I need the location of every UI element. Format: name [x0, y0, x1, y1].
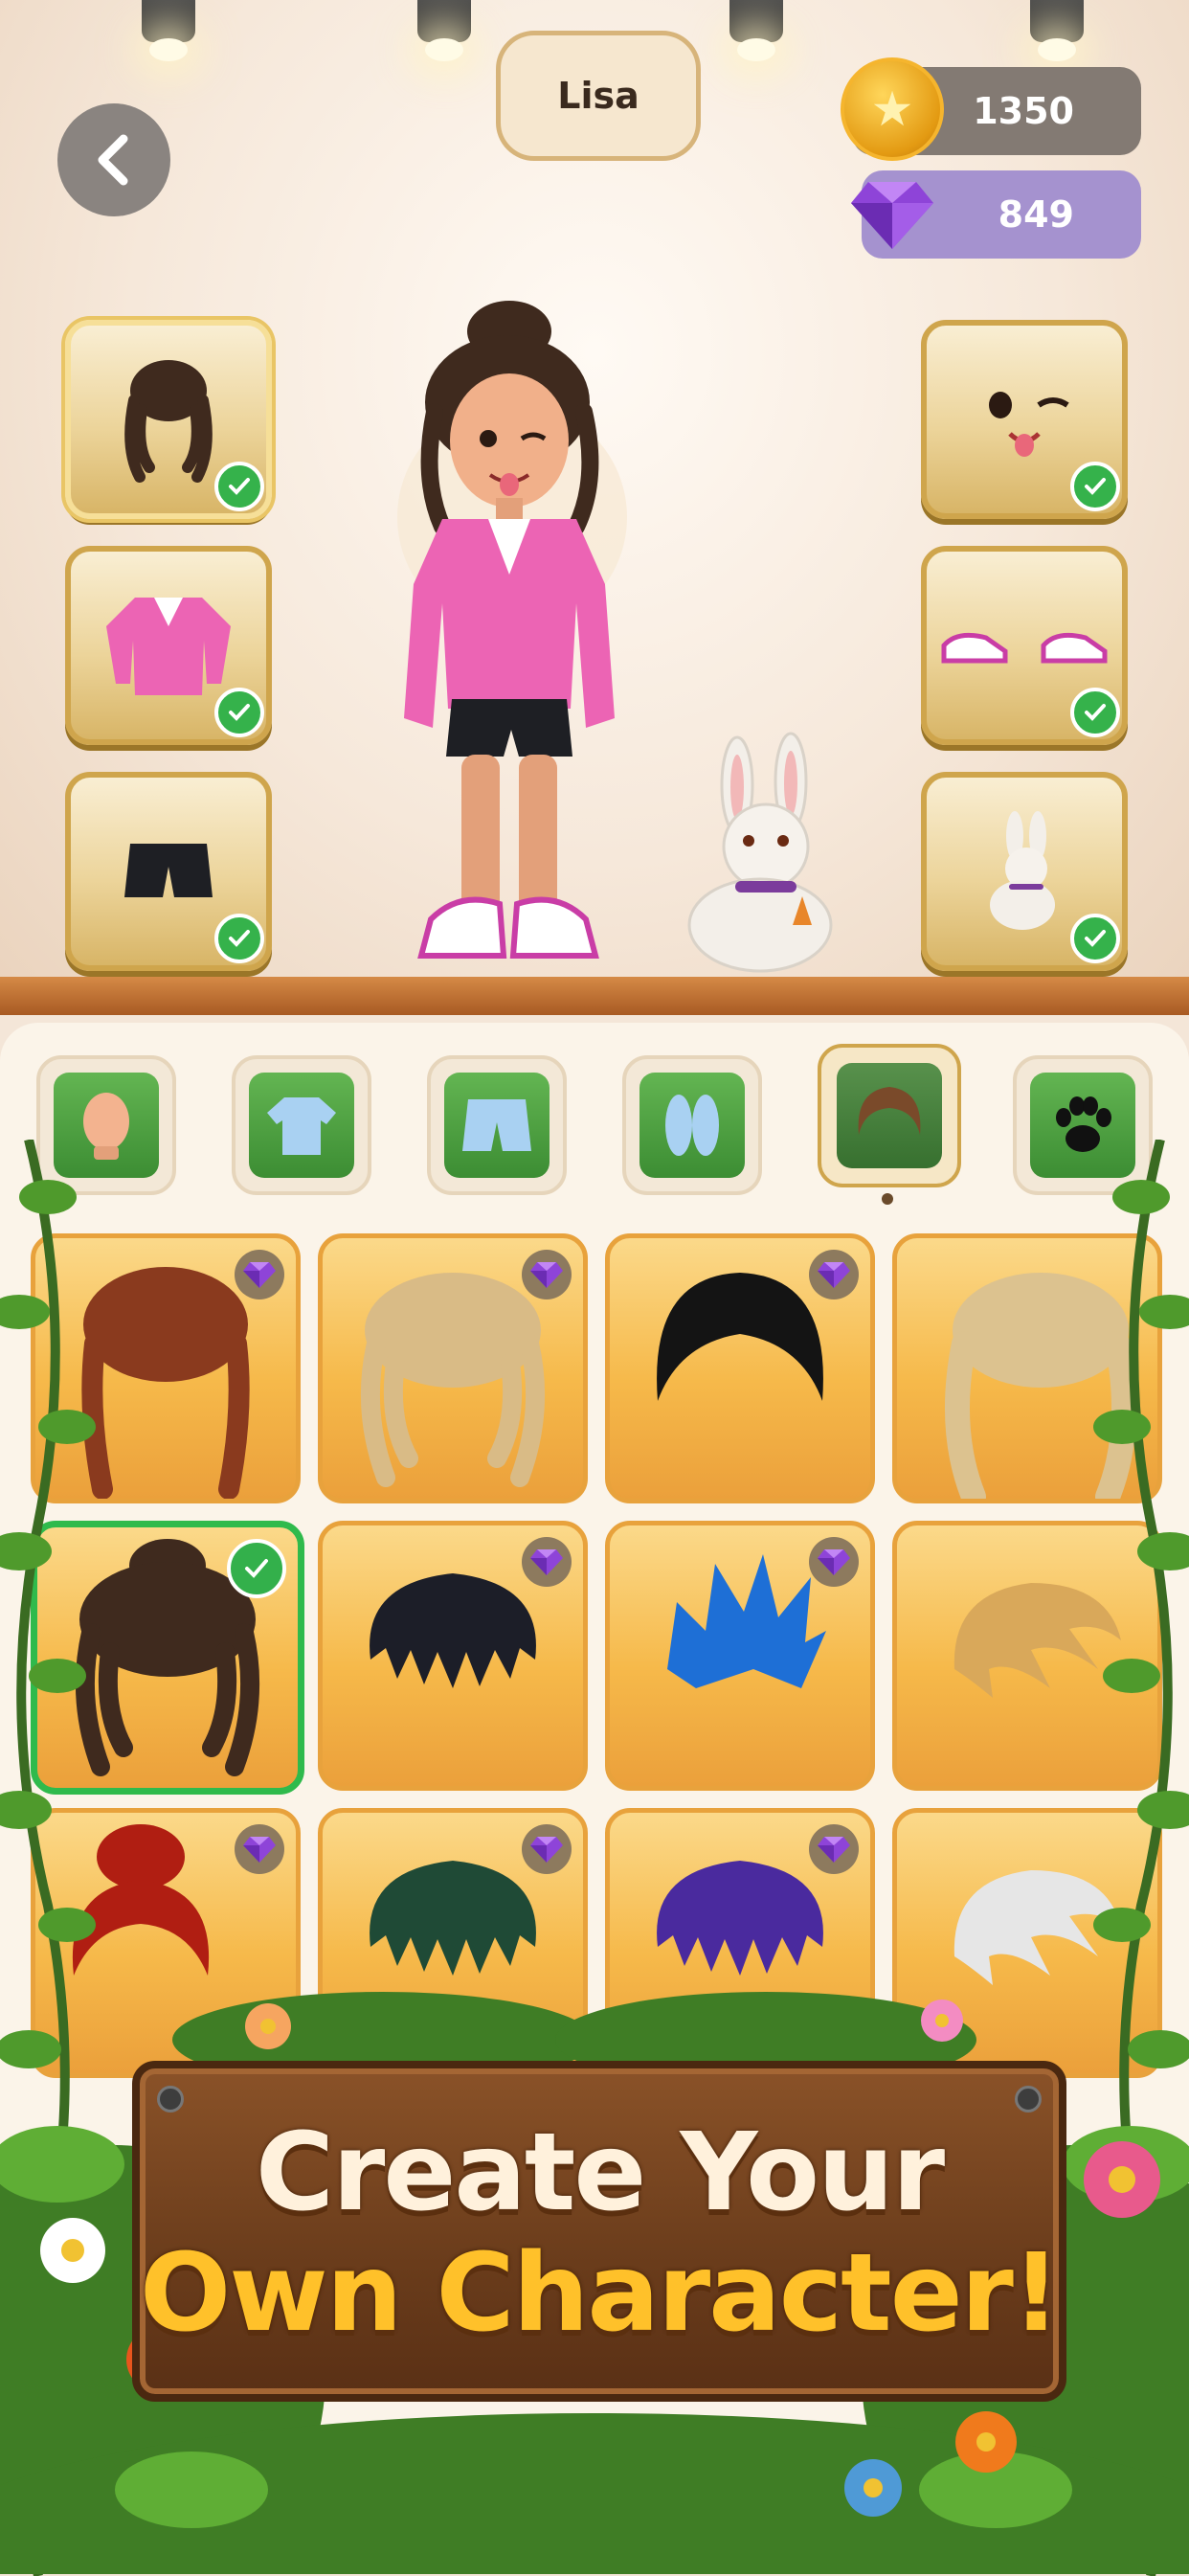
- floor-trim: [0, 977, 1189, 1015]
- gem-icon: [844, 165, 940, 260]
- slot-top[interactable]: [65, 546, 272, 745]
- tab-hair[interactable]: [818, 1044, 961, 1187]
- coin-icon: ★: [841, 57, 944, 161]
- bolt-icon: [1015, 2086, 1042, 2113]
- hair-item[interactable]: [605, 1521, 875, 1791]
- slot-face[interactable]: [921, 320, 1128, 519]
- tab-shoes[interactable]: [622, 1055, 762, 1195]
- spotlight-icon: [716, 0, 796, 61]
- check-icon: [1070, 462, 1120, 511]
- gem-icon: [809, 1250, 859, 1299]
- gem-icon: [522, 1824, 572, 1874]
- gem-counter[interactable]: 849: [851, 170, 1141, 259]
- promo-banner: Create Your Own Character!: [132, 2061, 1066, 2402]
- spotlight-icon: [128, 0, 209, 61]
- slot-hair[interactable]: [65, 320, 272, 519]
- back-button[interactable]: [57, 103, 170, 216]
- flower-icon: [1084, 2141, 1160, 2218]
- check-icon: [214, 688, 264, 737]
- gem-icon: [522, 1537, 572, 1587]
- spotlight-icon: [404, 0, 484, 61]
- bolt-icon: [157, 2086, 184, 2113]
- gem-amount: 849: [998, 193, 1074, 236]
- spotlight-icon: [1017, 0, 1097, 61]
- slot-shoes[interactable]: [921, 546, 1128, 745]
- gem-icon: [809, 1537, 859, 1587]
- hair-item[interactable]: [318, 1233, 588, 1503]
- flower-icon: [844, 2459, 902, 2517]
- gem-icon: [809, 1824, 859, 1874]
- shorts-icon: [462, 1099, 531, 1151]
- coin-counter[interactable]: ★ 1350: [841, 57, 1141, 161]
- tab-bottoms[interactable]: [427, 1055, 567, 1195]
- hair-icon: [858, 1087, 921, 1135]
- character-name[interactable]: Lisa: [496, 31, 701, 161]
- shirt-icon: [267, 1097, 336, 1155]
- flower-icon: [955, 2411, 1017, 2473]
- check-icon: [214, 914, 264, 963]
- slot-shorts[interactable]: [65, 772, 272, 971]
- active-tab-indicator: [882, 1193, 893, 1205]
- pet-bunny[interactable]: [678, 728, 850, 973]
- hair-item[interactable]: [605, 1233, 875, 1503]
- check-icon: [1070, 914, 1120, 963]
- banner-title-line1: Create Your: [255, 2111, 945, 2235]
- coin-amount: 1350: [973, 90, 1074, 132]
- character-preview[interactable]: [354, 297, 670, 977]
- tab-tops[interactable]: [232, 1055, 371, 1195]
- banner-title-line2: Own Character!: [140, 2231, 1061, 2356]
- flower-icon: [245, 2003, 291, 2049]
- shoes-icon: [665, 1095, 719, 1156]
- gem-icon: [235, 1250, 284, 1299]
- check-icon: [227, 1539, 286, 1598]
- gem-icon: [522, 1250, 572, 1299]
- gem-icon: [235, 1824, 284, 1874]
- chevron-left-icon: [98, 134, 128, 186]
- check-icon: [214, 462, 264, 511]
- flower-icon: [921, 2000, 963, 2042]
- hair-item[interactable]: [318, 1521, 588, 1791]
- flower-icon: [40, 2218, 105, 2283]
- check-icon: [1070, 688, 1120, 737]
- slot-pet[interactable]: [921, 772, 1128, 971]
